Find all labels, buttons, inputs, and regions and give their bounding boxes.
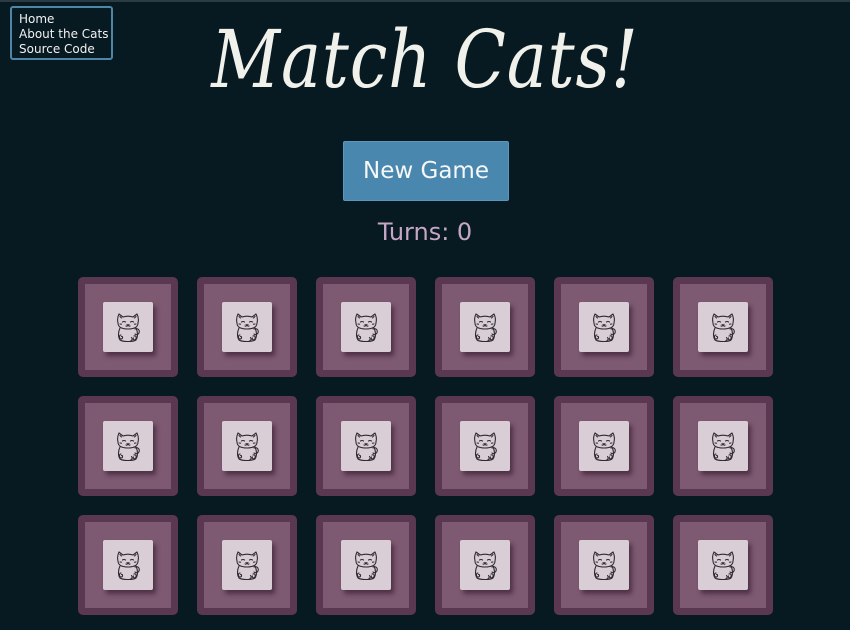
cat-icon — [348, 547, 384, 583]
card-back-tile — [579, 421, 629, 471]
card-back-tile — [579, 302, 629, 352]
card-grid — [78, 277, 773, 615]
cat-icon — [467, 547, 503, 583]
memory-card[interactable] — [197, 396, 297, 496]
card-back-tile — [698, 540, 748, 590]
card-back-tile — [460, 302, 510, 352]
cat-icon — [467, 428, 503, 464]
card-back-tile — [341, 302, 391, 352]
window-top-border — [0, 0, 850, 2]
card-back-tile — [103, 540, 153, 590]
memory-card[interactable] — [435, 277, 535, 377]
page-title: Match Cats! — [211, 13, 639, 106]
card-back-tile — [222, 540, 272, 590]
cat-icon — [229, 547, 265, 583]
cat-icon — [110, 428, 146, 464]
memory-card[interactable] — [554, 515, 654, 615]
memory-card[interactable] — [197, 515, 297, 615]
memory-card[interactable] — [554, 396, 654, 496]
memory-card[interactable] — [673, 396, 773, 496]
cat-icon — [705, 547, 741, 583]
memory-card[interactable] — [316, 396, 416, 496]
memory-card[interactable] — [197, 277, 297, 377]
card-back-tile — [698, 421, 748, 471]
cat-icon — [348, 309, 384, 345]
card-back-tile — [222, 302, 272, 352]
cat-icon — [110, 309, 146, 345]
card-back-tile — [460, 540, 510, 590]
memory-card[interactable] — [78, 515, 178, 615]
cat-icon — [705, 309, 741, 345]
card-back-tile — [103, 421, 153, 471]
card-back-tile — [579, 540, 629, 590]
memory-card[interactable] — [78, 277, 178, 377]
card-back-tile — [460, 421, 510, 471]
cat-icon — [586, 547, 622, 583]
card-back-tile — [341, 540, 391, 590]
memory-card[interactable] — [78, 396, 178, 496]
memory-card[interactable] — [316, 515, 416, 615]
cat-icon — [110, 547, 146, 583]
new-game-button[interactable]: New Game — [343, 141, 509, 201]
memory-card[interactable] — [435, 515, 535, 615]
cat-icon — [229, 428, 265, 464]
cat-icon — [229, 309, 265, 345]
memory-card[interactable] — [673, 515, 773, 615]
memory-card[interactable] — [554, 277, 654, 377]
memory-card[interactable] — [316, 277, 416, 377]
cat-icon — [586, 428, 622, 464]
turns-counter: Turns: 0 — [377, 218, 473, 246]
memory-card[interactable] — [435, 396, 535, 496]
memory-card[interactable] — [673, 277, 773, 377]
card-back-tile — [222, 421, 272, 471]
cat-icon — [705, 428, 741, 464]
card-back-tile — [341, 421, 391, 471]
card-back-tile — [103, 302, 153, 352]
cat-icon — [348, 428, 384, 464]
card-back-tile — [698, 302, 748, 352]
cat-icon — [467, 309, 503, 345]
cat-icon — [586, 309, 622, 345]
